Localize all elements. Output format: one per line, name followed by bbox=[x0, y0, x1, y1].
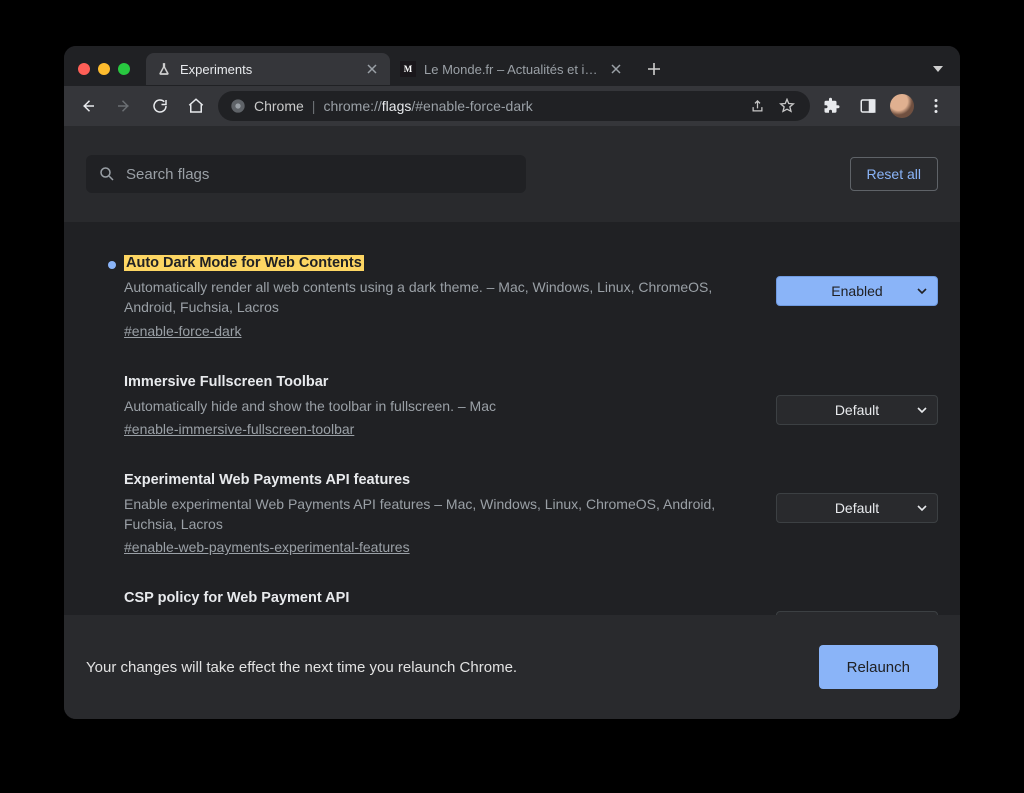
flags-header: Reset all bbox=[64, 126, 960, 222]
flag-select-value: Default bbox=[835, 402, 879, 418]
sidepanel-button[interactable] bbox=[854, 92, 882, 120]
tab-lemonde[interactable]: M Le Monde.fr – Actualités et infos bbox=[390, 53, 634, 85]
lemonde-icon: M bbox=[400, 61, 416, 77]
toolbar: Chrome | chrome://flags/#enable-force-da… bbox=[64, 86, 960, 126]
bookmark-icon[interactable] bbox=[776, 92, 798, 120]
maximize-window-button[interactable] bbox=[118, 63, 130, 75]
flag-description: Automatically hide and show the toolbar … bbox=[124, 396, 754, 416]
reset-all-button[interactable]: Reset all bbox=[850, 157, 938, 191]
share-icon[interactable] bbox=[746, 92, 768, 120]
home-button[interactable] bbox=[182, 92, 210, 120]
flag-hash-link[interactable]: #enable-immersive-fullscreen-toolbar bbox=[124, 421, 354, 437]
flag-select[interactable]: Enabled bbox=[776, 276, 938, 306]
tabs-dropdown-button[interactable] bbox=[924, 55, 952, 83]
flask-icon bbox=[156, 61, 172, 77]
flag-title: Immersive Fullscreen Toolbar bbox=[124, 374, 328, 390]
footer-bar: Your changes will take effect the next t… bbox=[64, 615, 960, 719]
footer-message: Your changes will take effect the next t… bbox=[86, 659, 517, 676]
search-input[interactable] bbox=[126, 166, 514, 183]
browser-window: Experiments M Le Monde.fr – Actualités e… bbox=[64, 46, 960, 719]
search-box[interactable] bbox=[86, 155, 526, 193]
new-tab-button[interactable] bbox=[640, 55, 668, 83]
menu-button[interactable] bbox=[922, 92, 950, 120]
close-tab-icon[interactable] bbox=[608, 61, 624, 77]
flag-row: Immersive Fullscreen Toolbar Automaticall… bbox=[64, 359, 960, 457]
forward-button[interactable] bbox=[110, 92, 138, 120]
tab-label: Experiments bbox=[180, 62, 356, 77]
chrome-logo-icon bbox=[230, 98, 246, 114]
close-tab-icon[interactable] bbox=[364, 61, 380, 77]
minimize-window-button[interactable] bbox=[98, 63, 110, 75]
search-icon bbox=[98, 165, 116, 183]
flag-select-value: Default bbox=[835, 500, 879, 516]
flag-hash-link[interactable]: #enable-force-dark bbox=[124, 323, 242, 339]
flag-select-value: Enabled bbox=[831, 283, 882, 299]
flag-title: CSP policy for Web Payment API bbox=[124, 590, 349, 606]
omnibox-chip: Chrome bbox=[254, 98, 304, 114]
tab-strip: Experiments M Le Monde.fr – Actualités e… bbox=[64, 46, 960, 86]
page-content: Reset all Auto Dark Mode for Web Content… bbox=[64, 126, 960, 719]
tab-experiments[interactable]: Experiments bbox=[146, 53, 390, 85]
tab-label: Le Monde.fr – Actualités et infos bbox=[424, 62, 600, 77]
close-window-button[interactable] bbox=[78, 63, 90, 75]
flag-select[interactable]: Default bbox=[776, 493, 938, 523]
flag-description: Automatically render all web contents us… bbox=[124, 277, 754, 318]
flag-title: Auto Dark Mode for Web Contents bbox=[124, 255, 364, 271]
profile-avatar[interactable] bbox=[890, 94, 914, 118]
omnibox-url: chrome://flags/#enable-force-dark bbox=[323, 98, 532, 114]
chevron-down-icon bbox=[917, 503, 927, 513]
extensions-button[interactable] bbox=[818, 92, 846, 120]
flag-row: Auto Dark Mode for Web Contents Automatic… bbox=[64, 240, 960, 359]
flag-hash-link[interactable]: #enable-web-payments-experimental-featur… bbox=[124, 539, 410, 555]
flag-title: Experimental Web Payments API features bbox=[124, 472, 410, 488]
address-bar[interactable]: Chrome | chrome://flags/#enable-force-da… bbox=[218, 91, 810, 121]
window-controls bbox=[78, 63, 130, 75]
chevron-down-icon bbox=[917, 286, 927, 296]
flag-row: Experimental Web Payments API features En… bbox=[64, 457, 960, 576]
flag-description: Enable experimental Web Payments API fea… bbox=[124, 494, 754, 535]
chevron-down-icon bbox=[917, 405, 927, 415]
reload-button[interactable] bbox=[146, 92, 174, 120]
back-button[interactable] bbox=[74, 92, 102, 120]
flag-select[interactable]: Default bbox=[776, 395, 938, 425]
relaunch-button[interactable]: Relaunch bbox=[819, 645, 938, 689]
